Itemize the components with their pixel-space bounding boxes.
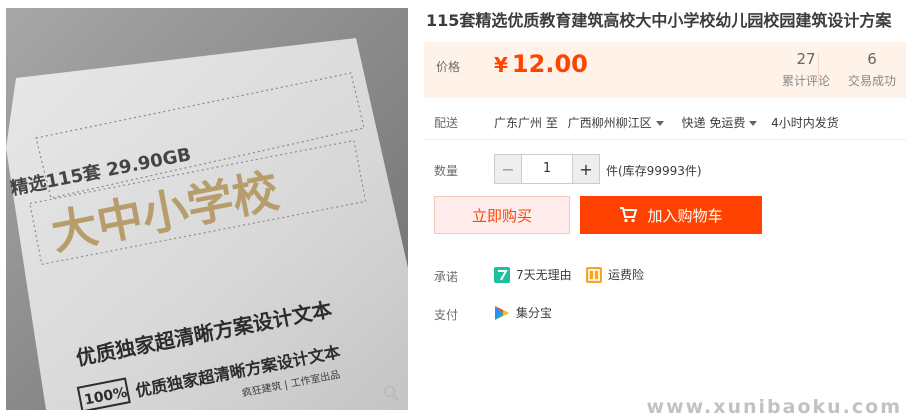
shipping-method: 快递 免运费 [681, 116, 746, 130]
quantity-input[interactable]: 1 [521, 155, 573, 183]
buy-now-button[interactable]: 立即购买 [434, 196, 570, 234]
reviews-count: 27 [796, 50, 816, 68]
promise-item-insurance[interactable]: 运费险 [586, 266, 644, 283]
deals-label: 交易成功 [847, 74, 896, 88]
divider [424, 139, 906, 140]
shipping-destination-select[interactable]: 广西柳州柳江区 [568, 116, 670, 130]
reviews-stat[interactable]: 27 累计评论 [776, 50, 836, 89]
price-label: 价格 [436, 60, 461, 74]
payment-label: 支付 [434, 308, 459, 322]
quantity-label: 数量 [434, 164, 459, 178]
stock-info: 件(库存99993件) [606, 164, 702, 178]
price-value: ¥12.00 [494, 50, 588, 78]
payment-item-label: 集分宝 [516, 306, 553, 320]
currency-symbol: ¥ [494, 53, 508, 77]
shipping-from: 广东广州 至 [494, 116, 558, 130]
price-box: 价格 ¥12.00 27 累计评论 6 交易成功 [424, 42, 906, 98]
shipping-to: 广西柳州柳江区 [567, 116, 652, 130]
shipping-insurance-icon [586, 266, 602, 283]
jifenbao-icon [495, 305, 509, 320]
zoom-icon[interactable] [382, 384, 400, 402]
deals-stat: 6 交易成功 [844, 50, 900, 89]
shipping-content: 广东广州 至 广西柳州柳江区 快递 免运费 4小时内发货 [494, 114, 839, 131]
chevron-down-icon [655, 121, 664, 126]
shipping-label: 配送 [434, 116, 459, 130]
seven-day-return-icon [494, 266, 510, 283]
watermark-text: www.xunibaoku.com [646, 396, 902, 418]
promise-label: 承诺 [434, 270, 459, 284]
add-to-cart-button[interactable]: 加入购物车 [580, 196, 762, 234]
promise-item-label: 7天无理由 [516, 268, 572, 282]
price-amount: 12.00 [511, 50, 588, 78]
promise-item-7day[interactable]: 7天无理由 [494, 266, 572, 283]
shipping-method-select[interactable]: 快递 免运费 [682, 116, 764, 130]
product-main-image[interactable]: 精选115套 29.90GB 大中小学校 优质独家超清晰方案设计文本 100% … [6, 8, 408, 410]
cart-icon [620, 207, 638, 223]
increment-button[interactable]: + [573, 155, 599, 183]
add-to-cart-label: 加入购物车 [647, 206, 723, 225]
dispatch-time: 4小时内发货 [771, 116, 839, 130]
promise-item-label: 运费险 [608, 268, 645, 282]
product-title: 115套精选优质教育建筑高校大中小学校幼儿园校园建筑设计方案 [426, 11, 892, 30]
deals-count: 6 [867, 50, 877, 68]
decrement-button[interactable]: − [495, 155, 521, 183]
product-image-art: 精选115套 29.90GB 大中小学校 优质独家超清晰方案设计文本 100% … [6, 8, 408, 410]
product-info-panel: 115套精选优质教育建筑高校大中小学校幼儿园校园建筑设计方案 价格 ¥12.00… [424, 6, 906, 322]
stat-divider [818, 54, 819, 88]
quantity-stepper: − 1 + [494, 154, 600, 184]
payment-item-jifenbao[interactable]: 集分宝 [494, 304, 552, 321]
chevron-down-icon [749, 121, 758, 126]
reviews-label: 累计评论 [781, 74, 830, 88]
